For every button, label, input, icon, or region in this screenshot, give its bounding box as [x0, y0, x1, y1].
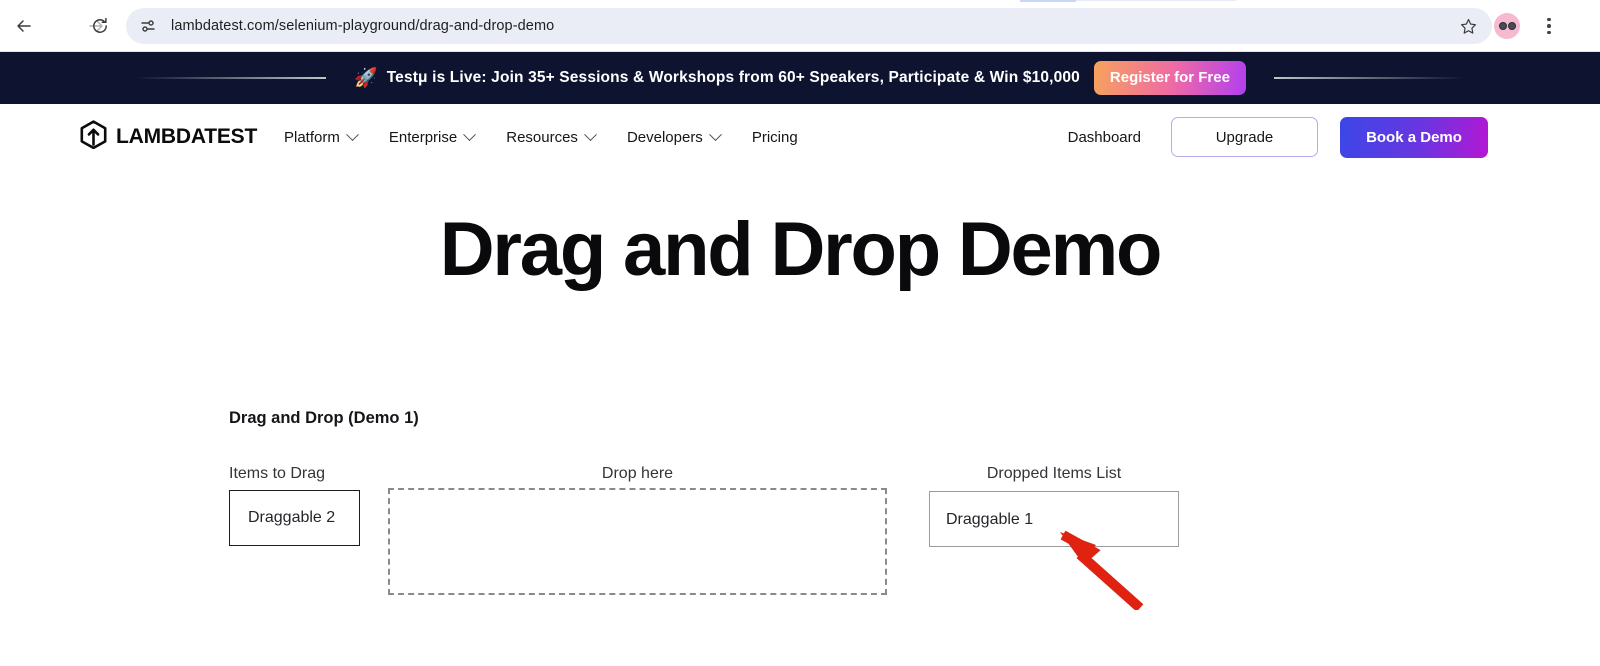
nav-item-developers[interactable]: Developers — [626, 127, 722, 146]
nav-label: Pricing — [751, 128, 798, 146]
reload-icon — [90, 16, 110, 36]
browser-back-button[interactable] — [8, 10, 40, 42]
nav-item-platform[interactable]: Platform — [284, 127, 359, 146]
nav-item-pricing[interactable]: Pricing — [752, 129, 798, 146]
section-title: Drag and Drop (Demo 1) — [229, 409, 419, 427]
dropped-items-list[interactable]: Draggable 1 — [929, 491, 1179, 547]
drop-zone[interactable] — [388, 488, 887, 595]
header-actions: Dashboard Upgrade Book a Demo — [1068, 116, 1488, 158]
lambdatest-logo-icon — [80, 120, 107, 154]
promo-divider-left — [136, 77, 327, 79]
kebab-dot — [1547, 17, 1551, 22]
lambdatest-logo-text: LAMBDATEST — [116, 125, 258, 148]
register-for-free-button[interactable]: Register for Free — [1093, 61, 1246, 95]
kebab-dot — [1547, 24, 1551, 28]
browser-menu-button[interactable] — [1534, 11, 1564, 41]
browser-reload-button[interactable] — [84, 10, 116, 42]
bookmark-star-icon[interactable] — [1453, 11, 1483, 41]
nav-label: Developers — [626, 128, 703, 146]
dropped-items-list-label: Dropped Items List — [986, 465, 1122, 482]
address-bar[interactable]: lambdatest.com/selenium-playground/drag-… — [126, 8, 1492, 44]
book-a-demo-button[interactable]: Book a Demo — [1340, 116, 1488, 158]
draggable-item[interactable]: Draggable 2 — [229, 490, 360, 546]
chevron-down-icon — [463, 127, 477, 141]
items-to-drag-label: Items to Drag — [229, 465, 326, 482]
url-text[interactable]: lambdatest.com/selenium-playground/drag-… — [162, 18, 1453, 34]
site-info-icon[interactable] — [134, 12, 162, 40]
nav-item-resources[interactable]: Resources — [506, 127, 597, 146]
tab-strip-edge — [1020, 0, 1076, 2]
nav-label: Resources — [506, 128, 578, 146]
dropped-list-item[interactable]: Draggable 1 — [930, 492, 1180, 548]
tab-strip-edge-fade — [1076, 0, 1236, 1]
nav-label: Platform — [284, 128, 340, 146]
upgrade-button[interactable]: Upgrade — [1171, 117, 1318, 157]
avatar-glasses-icon — [1498, 22, 1516, 30]
chevron-down-icon — [345, 127, 359, 141]
page-title: Drag and Drop Demo — [439, 207, 1163, 292]
arrow-left-icon — [14, 16, 34, 36]
site-header: LAMBDATEST Platform Enterprise Resources… — [0, 104, 1600, 170]
profile-avatar[interactable] — [1494, 13, 1520, 39]
drop-here-label: Drop here — [601, 465, 674, 482]
chevron-down-icon — [584, 127, 597, 141]
promo-divider-right — [1273, 77, 1464, 79]
browser-chrome: lambdatest.com/selenium-playground/drag-… — [0, 0, 1600, 52]
dashboard-link[interactable]: Dashboard — [1068, 129, 1141, 146]
kebab-dot — [1547, 30, 1551, 35]
promo-banner: 🚀 Testμ is Live: Join 35+ Sessions & Wor… — [0, 52, 1600, 104]
rocket-icon: 🚀 — [354, 67, 378, 89]
nav-item-enterprise[interactable]: Enterprise — [388, 127, 477, 146]
promo-text: Testμ is Live: Join 35+ Sessions & Works… — [386, 69, 1080, 86]
main-navigation: Platform Enterprise Resources Developers… — [284, 127, 798, 146]
lambdatest-logo[interactable]: LAMBDATEST — [80, 120, 257, 154]
chevron-down-icon — [708, 127, 722, 141]
nav-label: Enterprise — [388, 128, 458, 146]
